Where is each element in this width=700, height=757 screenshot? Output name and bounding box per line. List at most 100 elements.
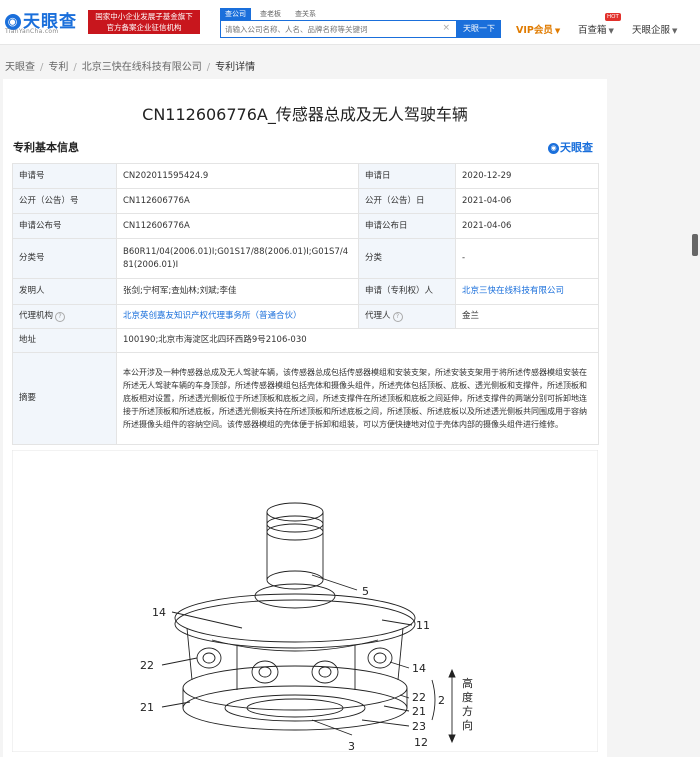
vip-label: VIP会员 bbox=[516, 25, 553, 36]
height-direction-2: 度 bbox=[462, 690, 473, 704]
hot-badge: HOT bbox=[605, 13, 621, 21]
official-badge[interactable]: 国家中小企业发展子基金旗下 官方备案企业征信机构 bbox=[88, 10, 200, 34]
section-title: 专利基本信息 bbox=[13, 141, 79, 154]
logo[interactable]: ◉ 天眼查 TianYanCha.com bbox=[5, 7, 85, 39]
label-pub-no: 公开（公告）号 bbox=[12, 188, 117, 214]
table-row: 申请公布号 CN112606776A 申请公布日 2021-04-06 bbox=[12, 213, 599, 239]
breadcrumb-company[interactable]: 北京三快在线科技有限公司 bbox=[82, 62, 202, 73]
label-14-right: 14 bbox=[412, 662, 426, 675]
label-21-right: 21 bbox=[412, 705, 426, 718]
breadcrumb-patent[interactable]: 专利 bbox=[48, 62, 68, 73]
baiqixiang-label: 百查箱 bbox=[578, 25, 607, 36]
breadcrumb-home[interactable]: 天眼查 bbox=[5, 62, 35, 73]
table-row: 申请号 CN202011595424.9 申请日 2020-12-29 bbox=[12, 163, 599, 189]
label-app-pub-no: 申请公布号 bbox=[12, 213, 117, 239]
height-direction-3: 方 bbox=[462, 704, 473, 718]
agency-link[interactable]: 北京英创嘉友知识产权代理事务所（普通合伙） bbox=[123, 311, 302, 321]
label-22-left: 22 bbox=[140, 659, 154, 672]
tab-company[interactable]: 查公司 bbox=[220, 8, 251, 20]
clear-icon[interactable]: × bbox=[442, 23, 450, 33]
brand-text: 天眼查 bbox=[560, 141, 593, 154]
label-21-left: 21 bbox=[140, 701, 154, 714]
label-inventor: 发明人 bbox=[12, 278, 117, 305]
value-app-pub-date: 2021-04-06 bbox=[455, 213, 599, 239]
search-tabs: 查公司 查老板 查关系 bbox=[220, 8, 325, 20]
label-agency-cell: 代理机构? bbox=[12, 304, 117, 329]
help-icon[interactable]: ? bbox=[392, 312, 403, 322]
value-category: - bbox=[455, 238, 599, 279]
search-button[interactable]: 天眼一下 bbox=[457, 20, 501, 38]
label-applicant: 申请（专利权）人 bbox=[358, 278, 456, 305]
label-pub-date: 公开（公告）日 bbox=[358, 188, 456, 214]
value-applicant[interactable]: 北京三快在线科技有限公司 bbox=[455, 278, 599, 305]
label-22-right: 22 bbox=[412, 691, 426, 704]
value-app-no: CN202011595424.9 bbox=[116, 163, 359, 189]
value-app-date: 2020-12-29 bbox=[455, 163, 599, 189]
chevron-down-icon: ▼ bbox=[554, 27, 561, 35]
table-row: 摘要 本公开涉及一种传感器总成及无人驾驶车辆，该传感器总成包括传感器模组和安装支… bbox=[12, 352, 599, 445]
label-2: 2 bbox=[438, 694, 445, 707]
value-classification: B60R11/04(2006.01)I;G01S17/88(2006.01)I;… bbox=[116, 238, 359, 279]
label-app-no: 申请号 bbox=[12, 163, 117, 189]
label-23: 23 bbox=[412, 720, 426, 733]
table-row: 代理机构? 北京英创嘉友知识产权代理事务所（普通合伙） 代理人? 金兰 bbox=[12, 304, 599, 329]
patent-card: CN112606776A_传感器总成及无人驾驶车辆 专利基本信息 ◉ 天眼查 申请… bbox=[3, 79, 607, 757]
label-14-top: 14 bbox=[152, 606, 166, 619]
table-row: 地址 100190;北京市海淀区北四环西路9号2106-030 bbox=[12, 328, 599, 353]
value-inventor: 张剑;宁柯军;查灿林;刘斌;李佳 bbox=[116, 278, 359, 305]
value-agent: 金兰 bbox=[455, 304, 599, 329]
breadcrumb-current: 专利详情 bbox=[215, 62, 256, 73]
search-input[interactable] bbox=[225, 22, 440, 36]
label-5: 5 bbox=[362, 585, 369, 598]
label-app-date: 申请日 bbox=[358, 163, 456, 189]
page-title: CN112606776A_传感器总成及无人驾驶车辆 bbox=[142, 105, 468, 124]
help-icon[interactable]: ? bbox=[55, 312, 66, 322]
brand-mark: ◉ 天眼查 bbox=[548, 139, 593, 155]
baiqixiang-menu[interactable]: 百查箱 ▼ bbox=[578, 22, 614, 36]
scrollbar-thumb[interactable] bbox=[692, 234, 698, 256]
drawing-frame bbox=[12, 450, 598, 752]
label-3: 3 bbox=[348, 740, 355, 752]
eye-icon: ◉ bbox=[548, 143, 559, 154]
vip-menu[interactable]: VIP会员 ▼ bbox=[516, 22, 560, 36]
label-agency: 代理机构 bbox=[19, 311, 54, 321]
tab-relation[interactable]: 查关系 bbox=[290, 8, 321, 20]
table-row: 分类号 B60R11/04(2006.01)I;G01S17/88(2006.0… bbox=[12, 238, 599, 279]
value-pub-no: CN112606776A bbox=[116, 188, 359, 214]
label-app-pub-date: 申请公布日 bbox=[358, 213, 456, 239]
enterprise-menu[interactable]: 天眼企服 ▼ bbox=[632, 22, 677, 36]
breadcrumb-separator: / bbox=[40, 62, 44, 73]
enterprise-label: 天眼企服 bbox=[632, 25, 671, 36]
logo-subtitle: TianYanCha.com bbox=[5, 28, 59, 35]
badge-line-1: 国家中小企业发展子基金旗下 bbox=[95, 12, 193, 21]
value-address: 100190;北京市海淀区北四环西路9号2106-030 bbox=[116, 328, 599, 353]
value-pub-date: 2021-04-06 bbox=[455, 188, 599, 214]
height-direction-4: 向 bbox=[462, 718, 473, 732]
patent-drawing: 5 14 11 22 14 22 21 2 21 23 12 3 高 度 方 向 bbox=[12, 450, 598, 752]
table-row: 公开（公告）号 CN112606776A 公开（公告）日 2021-04-06 bbox=[12, 188, 599, 214]
label-12: 12 bbox=[414, 736, 428, 749]
patent-info-table: 申请号 CN202011595424.9 申请日 2020-12-29 公开（公… bbox=[12, 163, 599, 445]
value-abstract: 本公开涉及一种传感器总成及无人驾驶车辆，该传感器总成包括传感器模组和安装支架，所… bbox=[116, 352, 599, 445]
value-app-pub-no: CN112606776A bbox=[116, 213, 359, 239]
badge-line-2: 官方备案企业征信机构 bbox=[106, 23, 182, 32]
search-box: × bbox=[220, 20, 457, 38]
label-11: 11 bbox=[416, 619, 430, 632]
label-agent-cell: 代理人? bbox=[358, 304, 456, 329]
top-bar: ◉ 天眼查 TianYanCha.com 国家中小企业发展子基金旗下 官方备案企业… bbox=[0, 0, 700, 45]
label-abstract: 摘要 bbox=[12, 352, 117, 445]
breadcrumb-separator: / bbox=[73, 62, 77, 73]
chevron-down-icon: ▼ bbox=[672, 27, 678, 35]
label-agent: 代理人 bbox=[365, 311, 391, 321]
height-direction-1: 高 bbox=[462, 676, 473, 690]
label-category: 分类 bbox=[358, 238, 456, 279]
breadcrumb-separator: / bbox=[206, 62, 211, 73]
applicant-link[interactable]: 北京三快在线科技有限公司 bbox=[462, 286, 564, 296]
chevron-down-icon: ▼ bbox=[608, 27, 614, 35]
breadcrumb: 天眼查 / 专利 / 北京三快在线科技有限公司 / 专利详情 bbox=[5, 58, 255, 73]
table-row: 发明人 张剑;宁柯军;查灿林;刘斌;李佳 申请（专利权）人 北京三快在线科技有限… bbox=[12, 278, 599, 305]
label-address: 地址 bbox=[12, 328, 117, 353]
label-classification: 分类号 bbox=[12, 238, 117, 279]
value-agency[interactable]: 北京英创嘉友知识产权代理事务所（普通合伙） bbox=[116, 304, 359, 329]
tab-boss[interactable]: 查老板 bbox=[255, 8, 286, 20]
